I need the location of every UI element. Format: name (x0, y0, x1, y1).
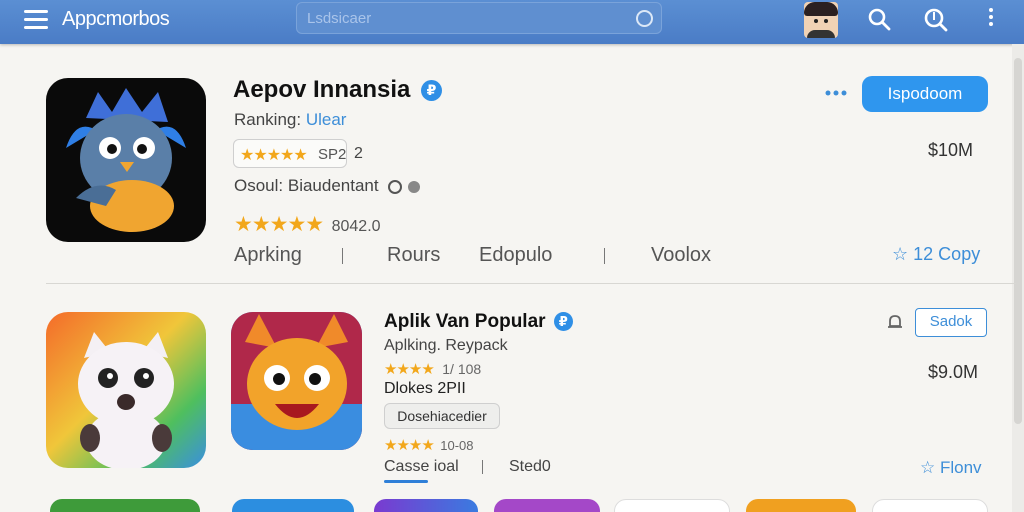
second-developer: Dlokes 2PII (384, 380, 466, 397)
install-button[interactable]: Ispodoom (862, 76, 988, 112)
rating-badge-count: 2 (354, 145, 363, 162)
tab-edopulo[interactable]: Edopulo (479, 244, 552, 267)
second-rating-row: ★★★★ 1/ 108 (384, 361, 482, 378)
app-brand[interactable]: Appcmorbos (62, 8, 170, 31)
second-app-subtitle: Aplking. Reypack (384, 337, 508, 354)
alt-search-icon[interactable] (922, 6, 948, 32)
verified-icon: ₽ (553, 312, 573, 332)
thumbnail-5[interactable] (614, 499, 730, 512)
second-tag[interactable]: Dosehiacedier (384, 403, 500, 429)
search-bar[interactable]: Lsdsicaer (296, 2, 662, 34)
featured-rating-row: ★★★★★ 8042.0 (234, 213, 381, 236)
search-placeholder: Lsdsicaer (307, 10, 372, 27)
info-icon (388, 179, 421, 194)
star-icon: ★★★★ (384, 437, 435, 454)
monster-app-icon[interactable] (231, 312, 362, 450)
tab-aprking[interactable]: Aprking (234, 244, 302, 267)
featured-developer: Osoul: Biaudentant (234, 176, 425, 196)
second-rating-row-2: ★★★★ 10-08 (384, 437, 474, 454)
search-icon[interactable] (866, 6, 892, 32)
thumbnail-3[interactable] (374, 499, 478, 512)
section-divider (46, 283, 1016, 284)
featured-ranking: Ranking: Ulear (234, 110, 347, 129)
avatar[interactable] (804, 2, 838, 38)
menu-icon[interactable] (24, 10, 48, 30)
thumbnail-7[interactable] (872, 499, 988, 512)
active-tab-indicator (384, 480, 428, 483)
featured-price: $10M (928, 140, 974, 160)
cat-app-icon[interactable] (46, 312, 206, 468)
tab-voolox[interactable]: Voolox (651, 244, 711, 267)
search-submit-icon[interactable] (636, 10, 653, 27)
thumbnail-1[interactable] (50, 499, 200, 512)
verified-icon: ₽ (421, 80, 443, 102)
dots-icon[interactable] (824, 88, 848, 98)
more-icon[interactable] (989, 8, 995, 30)
follow-link[interactable]: ☆ Flonv (920, 458, 982, 478)
thumbnail-6[interactable] (746, 499, 856, 512)
scrollbar-thumb[interactable] (1014, 58, 1022, 424)
star-outline-icon: ☆ (920, 458, 936, 477)
featured-app-title[interactable]: Aepov Innansia ₽ (233, 76, 443, 104)
select-button[interactable]: Sadok (915, 308, 987, 337)
star-icon: ★★★★ (384, 361, 435, 378)
tab-rours[interactable]: Rours (387, 244, 440, 267)
second-app-title[interactable]: Aplik Van Popular ₽ (384, 311, 573, 333)
top-bar: Appcmorbos Lsdsicaer (0, 0, 1024, 44)
copy-link[interactable]: ☆ 12 Copy (892, 244, 980, 265)
tab-sted[interactable]: Sted0 (509, 458, 551, 476)
thumbnail-4[interactable] (494, 499, 600, 512)
featured-ranking-value: Ulear (305, 110, 347, 129)
bookmark-icon: ☆ (892, 244, 909, 264)
bell-icon[interactable] (886, 313, 904, 331)
rating-badge: ★★★★★ SP2 (233, 139, 347, 168)
tab-casse[interactable]: Casse ioal (384, 458, 459, 476)
thumbnail-2[interactable] (232, 499, 354, 512)
star-icon: ★★★★★ (240, 147, 308, 164)
featured-app-icon[interactable] (46, 78, 206, 242)
star-icon: ★★★★★ (234, 213, 324, 236)
second-price: $9.0M (928, 362, 979, 382)
